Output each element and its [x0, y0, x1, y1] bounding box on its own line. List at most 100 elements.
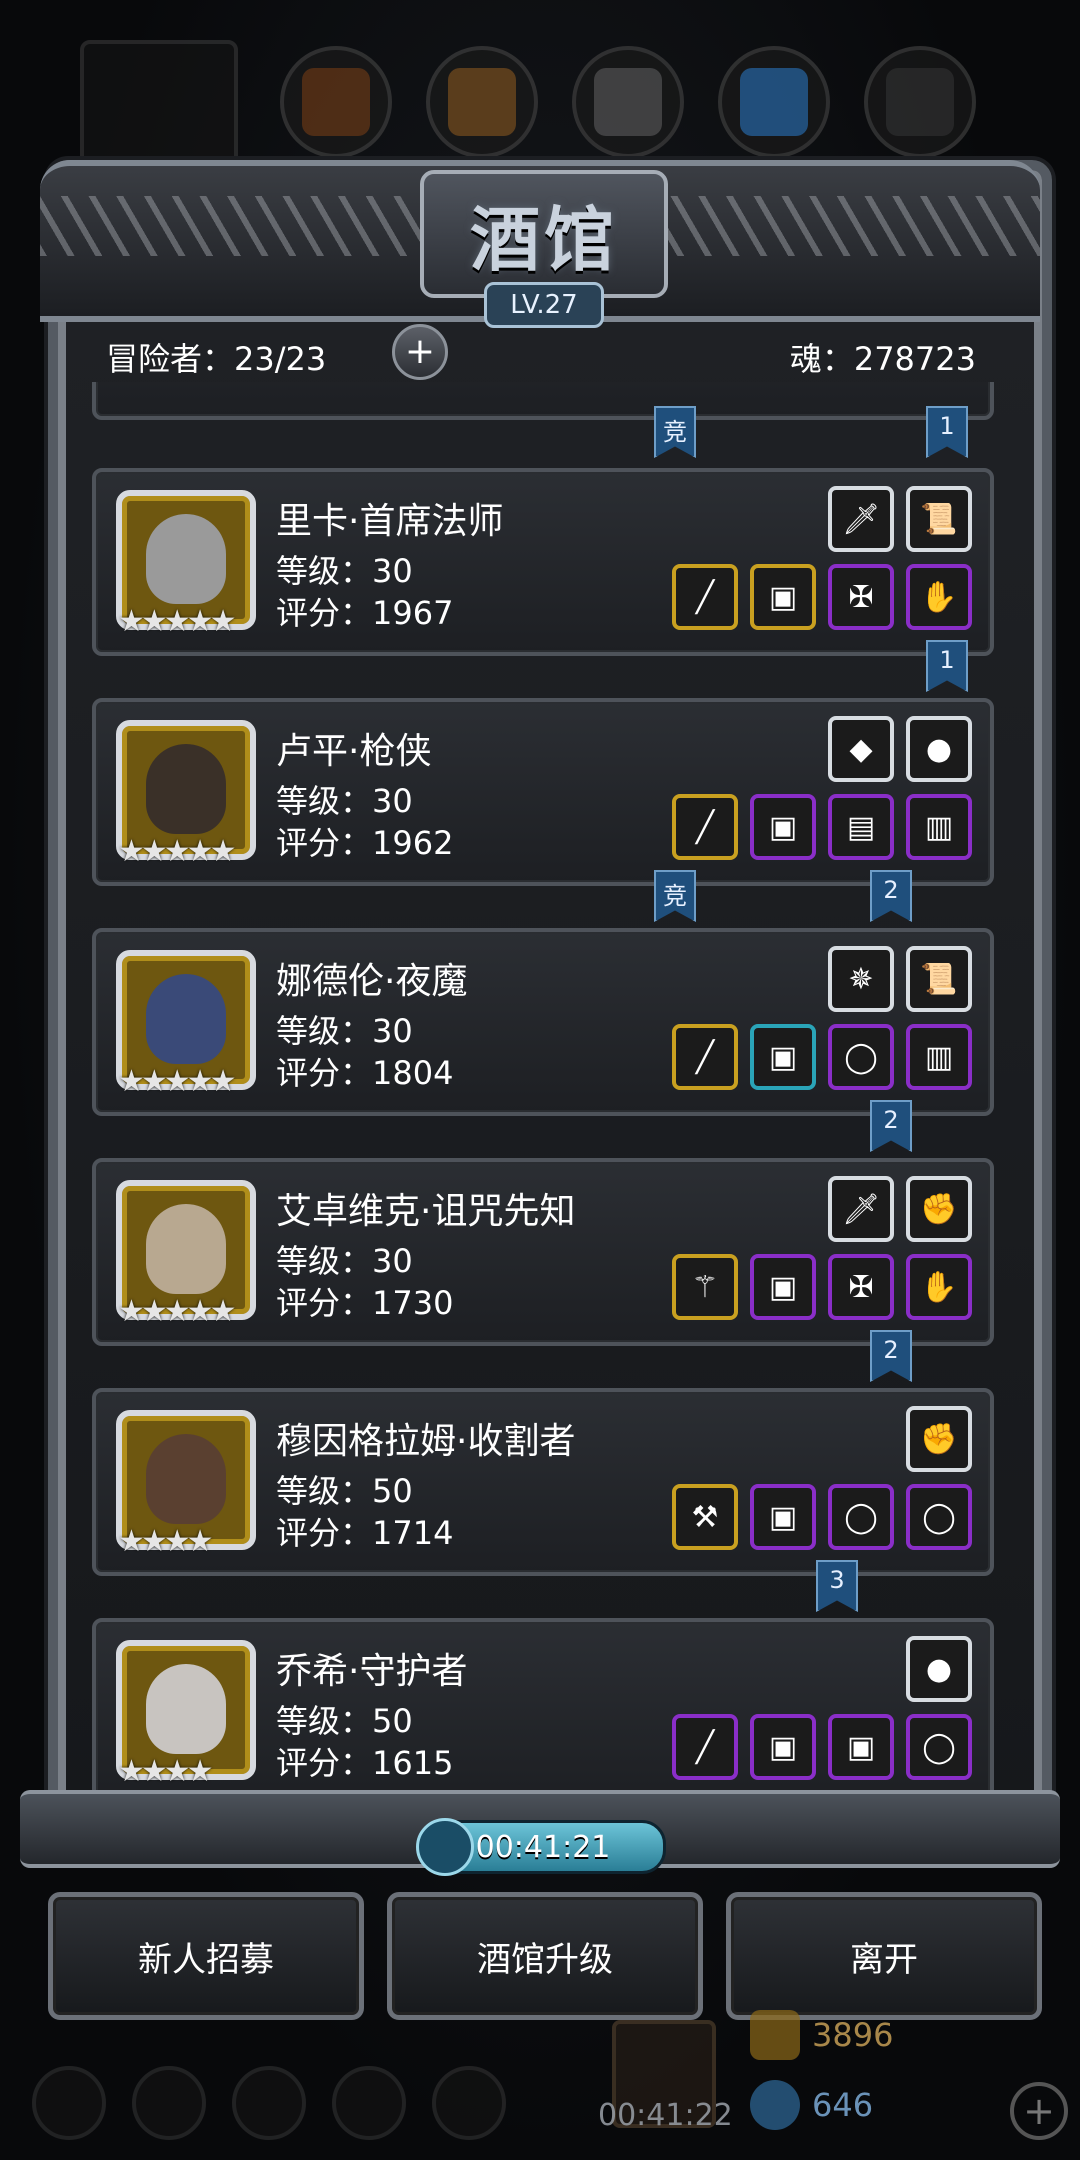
scroll-icon[interactable]: 📜: [906, 946, 972, 1012]
gauntlet-icon[interactable]: ✋: [906, 1254, 972, 1320]
player-portrait: [80, 40, 238, 178]
armor-icon[interactable]: ▣: [750, 794, 816, 860]
hero-card[interactable]: ★★★★★ 卢平·枪侠等级：30 评分：1962 ◆ ● ╱ ▣ ▤ ▥: [92, 698, 994, 886]
hero-portrait-face: [146, 744, 226, 834]
add-adventurer-slot-button[interactable]: +: [392, 324, 448, 380]
gem-counter: 646: [750, 2080, 1050, 2130]
rank-ribbon: 竞: [654, 870, 696, 922]
armor-icon[interactable]: ▣: [750, 564, 816, 630]
rank-ribbon: 2: [870, 1100, 912, 1152]
upgrade-tavern-button[interactable]: 酒馆升级: [387, 1892, 703, 2020]
achievement-icon: [132, 2066, 206, 2140]
gem-icon[interactable]: ●: [906, 716, 972, 782]
ring-icon[interactable]: ◯: [828, 1024, 894, 1090]
dagger-icon[interactable]: 🗡: [828, 486, 894, 552]
gem-icon[interactable]: ●: [906, 1636, 972, 1702]
hero-portrait-face: [146, 1434, 226, 1524]
title-plate: 酒馆: [420, 170, 668, 298]
axe-icon[interactable]: ⚒: [672, 1484, 738, 1550]
armor-icon[interactable]: ▣: [750, 1714, 816, 1780]
hero-portrait-face: [146, 1664, 226, 1754]
rank-ribbon: 1: [926, 640, 968, 692]
resource-stone-icon: [864, 46, 976, 158]
amulet-icon[interactable]: ✠: [828, 564, 894, 630]
dagger-icon[interactable]: 🗡: [828, 1176, 894, 1242]
hero-portrait-face: [146, 1204, 226, 1294]
settings-icon: [32, 2066, 106, 2140]
ring-icon[interactable]: ◯: [828, 1484, 894, 1550]
soul-count: 魂：278723: [789, 340, 976, 378]
resource-wood-icon: [280, 46, 392, 158]
emblem-icon[interactable]: ✵: [828, 946, 894, 1012]
hero-list[interactable]: 竞 1 ★★★★★ 里卡·首席法师 等级：30 评分：1967 🗡 📜 ╱ ▣ ✠ ✋ 1 ★★★★★…: [86, 382, 996, 1790]
hero-stars: ★★★★★: [118, 1064, 237, 1099]
hero-level: 等级：30: [276, 1242, 413, 1280]
gold-value: 3896: [812, 2016, 894, 2054]
add-currency-icon: +: [1010, 2082, 1068, 2140]
hero-score: 评分：1615: [276, 1744, 454, 1782]
staff-icon[interactable]: ╱: [672, 564, 738, 630]
hero-name: 艾卓维克·诅咒先知: [276, 1191, 576, 1232]
hero-card[interactable]: ★★★★★ 艾卓维克·诅咒先知 等级：30 评分：1730 🗡 ✊ ⚚ ▣ ✠ ✋: [92, 1158, 994, 1346]
cloak-icon[interactable]: ▥: [906, 794, 972, 860]
hero-card[interactable]: ★★★★★ 里卡·首席法师 等级：30 评分：1967 🗡 📜 ╱ ▣ ✠ ✋: [92, 468, 994, 656]
amulet-icon[interactable]: ✠: [828, 1254, 894, 1320]
hero-score: 评分：1967: [276, 594, 454, 632]
gem-value: 646: [812, 2086, 874, 2124]
staff-icon[interactable]: ⚚: [672, 1254, 738, 1320]
hero-level: 等级：50: [276, 1472, 413, 1510]
glove-icon[interactable]: ✊: [906, 1176, 972, 1242]
hero-name: 卢平·枪侠: [276, 731, 432, 772]
hero-score: 评分：1714: [276, 1514, 454, 1552]
crystal-icon[interactable]: ◆: [828, 716, 894, 782]
clock-icon: [416, 1818, 474, 1876]
recruit-button[interactable]: 新人招募: [48, 1892, 364, 2020]
adventurer-count: 冒险者：23/23: [106, 340, 327, 378]
hero-level: 等级：30: [276, 782, 413, 820]
map-icon: [432, 2066, 506, 2140]
hero-card[interactable]: ★★★★ 乔希·守护者 等级：50 评分：1615 ● ╱ ▣ ▣ ◯: [92, 1618, 994, 1790]
spear-icon[interactable]: ╱: [672, 794, 738, 860]
mail-icon: [332, 2066, 406, 2140]
gauntlet-icon[interactable]: ✋: [906, 564, 972, 630]
gem-icon: [750, 2080, 800, 2130]
hero-level: 等级：30: [276, 552, 413, 590]
armor-icon[interactable]: ▣: [750, 1484, 816, 1550]
ring-icon[interactable]: ◯: [906, 1484, 972, 1550]
armor-icon[interactable]: ▣: [750, 1254, 816, 1320]
spear-icon[interactable]: ╱: [672, 1024, 738, 1090]
scroll-icon[interactable]: 📜: [906, 486, 972, 552]
glove-icon[interactable]: ✊: [906, 1406, 972, 1472]
plank-icon[interactable]: ▤: [828, 794, 894, 860]
hero-stars: ★★★★★: [118, 834, 237, 869]
hero-portrait-face: [146, 514, 226, 604]
hero-name: 乔希·守护者: [276, 1651, 468, 1692]
hero-card-partial[interactable]: [92, 382, 994, 420]
hero-name: 娜德伦·夜魔: [276, 961, 468, 1002]
sword-icon[interactable]: ╱: [672, 1714, 738, 1780]
cloak-icon[interactable]: ▥: [906, 1024, 972, 1090]
stat-bar: 冒险者：23/23 + 魂：278723: [86, 322, 986, 382]
rank-ribbon: 1: [926, 406, 968, 458]
leave-button[interactable]: 离开: [726, 1892, 1042, 2020]
hero-name: 穆因格拉姆·收割者: [276, 1421, 576, 1462]
armor-icon[interactable]: ▣: [750, 1024, 816, 1090]
background-resource-row: [80, 40, 1080, 178]
ring-icon[interactable]: ◯: [906, 1714, 972, 1780]
hero-score: 评分：1730: [276, 1284, 454, 1322]
hero-stars: ★★★★: [118, 1524, 214, 1559]
hero-level: 等级：30: [276, 1012, 413, 1050]
hero-stars: ★★★★: [118, 1754, 214, 1789]
hero-portrait-face: [146, 974, 226, 1064]
hero-card[interactable]: ★★★★ 穆因格拉姆·收割者 等级：50 评分：1714 ✊ ⚒ ▣ ◯ ◯: [92, 1388, 994, 1576]
resource-crystal-icon: [718, 46, 830, 158]
rank-ribbon: 3: [816, 1560, 858, 1612]
armor-icon[interactable]: ▣: [828, 1714, 894, 1780]
hero-card[interactable]: ★★★★★ 娜德伦·夜魔 等级：30 评分：1804 ✵ 📜 ╱ ▣ ◯ ▥: [92, 928, 994, 1116]
hero-stars: ★★★★★: [118, 604, 237, 639]
gift-timer: 00:41:22: [598, 2098, 733, 2133]
rank-ribbon: 2: [870, 870, 912, 922]
hero-score: 评分：1962: [276, 824, 454, 862]
guild-icon: [232, 2066, 306, 2140]
panel-title: 酒馆: [470, 197, 618, 281]
